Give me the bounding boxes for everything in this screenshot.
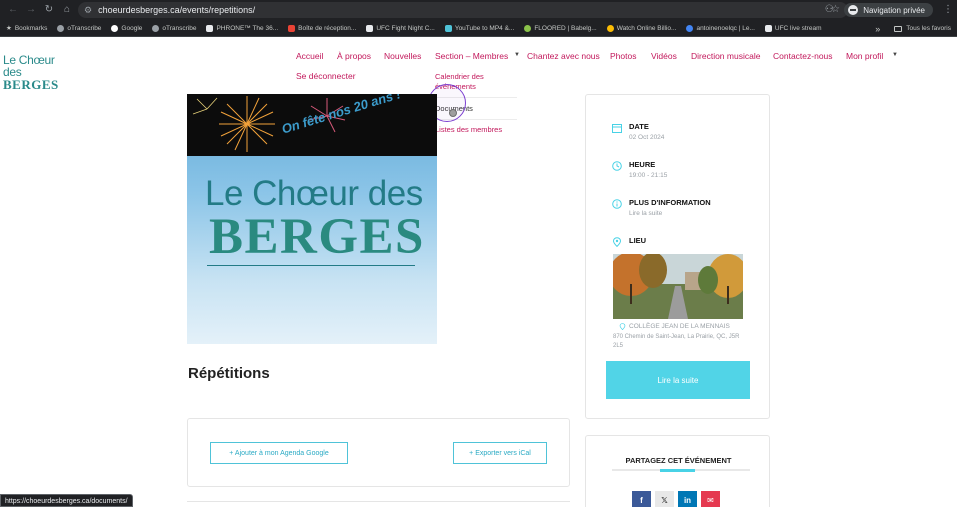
forward-icon[interactable]: → — [22, 0, 40, 20]
star-icon: ★ — [6, 25, 12, 32]
bookmark-item[interactable]: antoinenoelqc | Le... — [686, 24, 755, 32]
hero-line2: BERGES — [209, 209, 425, 265]
browser-toolbar: ← → ↻ ⌂ ⚙ choeurdesberges.ca/events/repe… — [0, 0, 957, 20]
bookmark-item[interactable]: ★ Bookmarks — [6, 24, 47, 33]
dropdown-calendar[interactable]: Calendrier des — [435, 72, 484, 82]
page-icon — [764, 24, 772, 32]
site-info-icon[interactable]: ⚙ — [84, 5, 92, 16]
gmail-icon — [288, 24, 296, 32]
x-icon[interactable]: 𝕏 — [655, 491, 674, 507]
home-icon[interactable]: ⌂ — [58, 0, 76, 20]
content-divider — [187, 501, 570, 507]
time-label: HEURE — [629, 160, 656, 169]
hero-underline — [207, 265, 415, 266]
nav-videos[interactable]: Vidéos — [651, 51, 677, 61]
chevron-down-icon[interactable]: ▼ — [514, 52, 520, 58]
venue-label: LIEU — [629, 236, 647, 245]
globe-icon — [152, 24, 160, 32]
phrone-icon — [206, 24, 214, 32]
bookmark-item[interactable]: oTranscribe — [152, 24, 196, 32]
bookmark-item[interactable]: YouTube to MP4 &... — [444, 24, 514, 32]
venue-pin-icon — [619, 323, 626, 330]
email-icon[interactable]: ✉ — [701, 491, 720, 507]
google-icon — [111, 24, 119, 32]
all-bookmarks-link[interactable]: Tous les favoris — [906, 25, 951, 32]
globe-icon — [57, 24, 65, 32]
more-info-label: PLUS D'INFORMATION — [629, 198, 711, 207]
info-icon — [612, 199, 622, 209]
mouse-cursor — [449, 109, 457, 117]
date-value: 02 Oct 2024 — [629, 134, 665, 141]
linkedin-icon[interactable]: in — [678, 491, 697, 507]
menu-kebab-icon[interactable]: ⋮ — [939, 0, 957, 20]
back-icon[interactable]: ← — [4, 0, 22, 20]
nav-contact[interactable]: Contactez-nous — [773, 51, 833, 61]
bookmark-item[interactable]: Watch Online Billio... — [606, 24, 676, 32]
nav-a-propos[interactable]: À propos — [337, 51, 371, 61]
private-browsing-badge[interactable]: Navigation privée — [844, 3, 933, 17]
web-page: Le Chœur des BERGES Accueil À propos Nou… — [0, 38, 957, 507]
page-icon — [366, 24, 374, 32]
status-bar-url: https://choeurdesberges.ca/documents/ — [0, 494, 133, 507]
nav-chantez[interactable]: Chantez avec nous — [527, 51, 600, 61]
share-divider-accent — [660, 469, 695, 472]
address-url[interactable]: choeurdesberges.ca/events/repetitions/ — [98, 5, 255, 15]
chevron-down-icon[interactable]: ▼ — [892, 52, 898, 58]
youtube-converter-icon — [444, 24, 452, 32]
clock-icon — [612, 161, 622, 171]
watch-icon — [606, 24, 614, 32]
event-details-box: DATE 02 Oct 2024 HEURE 19:00 - 21:15 PLU… — [585, 94, 770, 419]
bookmark-item[interactable]: Google — [111, 24, 142, 32]
bookmark-item[interactable]: PHRONE™ The 36... — [206, 24, 278, 32]
reload-icon[interactable]: ↻ — [40, 0, 58, 20]
venue-photo[interactable] — [613, 254, 743, 319]
bookmark-item[interactable]: UFC Fight Night C... — [366, 24, 435, 32]
share-box: PARTAGEZ CET ÉVÉNEMENT f 𝕏 in ✉ — [585, 435, 770, 507]
time-value: 19:00 - 21:15 — [629, 172, 668, 179]
date-label: DATE — [629, 122, 649, 131]
bookmark-item[interactable]: FLOORED | Babelg... — [524, 24, 597, 32]
bookmark-item[interactable]: oTranscribe — [57, 24, 101, 32]
venue-name[interactable]: COLLÈGE JEAN DE LA MENNAIS — [629, 323, 730, 330]
site-logo[interactable]: Le Chœur des BERGES — [3, 53, 67, 92]
incognito-icon — [848, 5, 859, 15]
campus-photo — [613, 254, 743, 319]
location-pin-icon — [612, 237, 622, 247]
calendar-icon — [612, 124, 622, 133]
logo-line2: BERGES — [3, 77, 59, 92]
profile-icon — [686, 24, 694, 32]
logo-line1: Le Chœur des — [3, 53, 55, 79]
more-bookmarks-icon[interactable]: » — [875, 24, 880, 34]
nav-accueil[interactable]: Accueil — [296, 51, 323, 61]
add-google-calendar-button[interactable]: + Ajouter à mon Agenda Google — [210, 442, 348, 464]
calendar-export-box: + Ajouter à mon Agenda Google + Exporter… — [187, 418, 570, 487]
extension-icon[interactable]: ⚇ — [820, 0, 838, 20]
folder-icon — [894, 25, 903, 32]
facebook-icon[interactable]: f — [632, 491, 651, 507]
nav-mon-profil[interactable]: Mon profil — [846, 51, 883, 61]
nav-logout[interactable]: Se déconnecter — [296, 71, 356, 81]
dropdown-members-list[interactable]: Listes des membres — [435, 125, 502, 135]
bookmarks-bar: ★ Bookmarks oTranscribe Google oTranscrib… — [0, 20, 957, 37]
nav-direction[interactable]: Direction musicale — [691, 51, 760, 61]
nav-nouvelles[interactable]: Nouvelles — [384, 51, 421, 61]
address-bar[interactable]: ⚙ choeurdesberges.ca/events/repetitions/… — [78, 2, 848, 18]
private-label: Navigation privée — [863, 5, 925, 15]
read-more-button[interactable]: Lire la suite — [606, 361, 750, 399]
export-ical-button[interactable]: + Exporter vers iCal — [453, 442, 547, 464]
share-title: PARTAGEZ CET ÉVÉNEMENT — [625, 456, 732, 465]
nav-photos[interactable]: Photos — [610, 51, 636, 61]
nav-section-membres[interactable]: Section – Membres — [435, 51, 508, 61]
event-image: On fête nos 20 ans ! Le Chœur des BERGES — [187, 94, 437, 344]
floored-icon — [524, 24, 532, 32]
event-title: Répétitions — [188, 365, 270, 382]
bookmark-item[interactable]: UFC live stream — [764, 24, 821, 32]
more-info-link[interactable]: Lire la suite — [629, 210, 662, 217]
bookmark-item[interactable]: Boîte de réception... — [288, 24, 356, 32]
venue-address: 870 Chemin de Saint-Jean, La Prairie, QC… — [613, 334, 740, 349]
